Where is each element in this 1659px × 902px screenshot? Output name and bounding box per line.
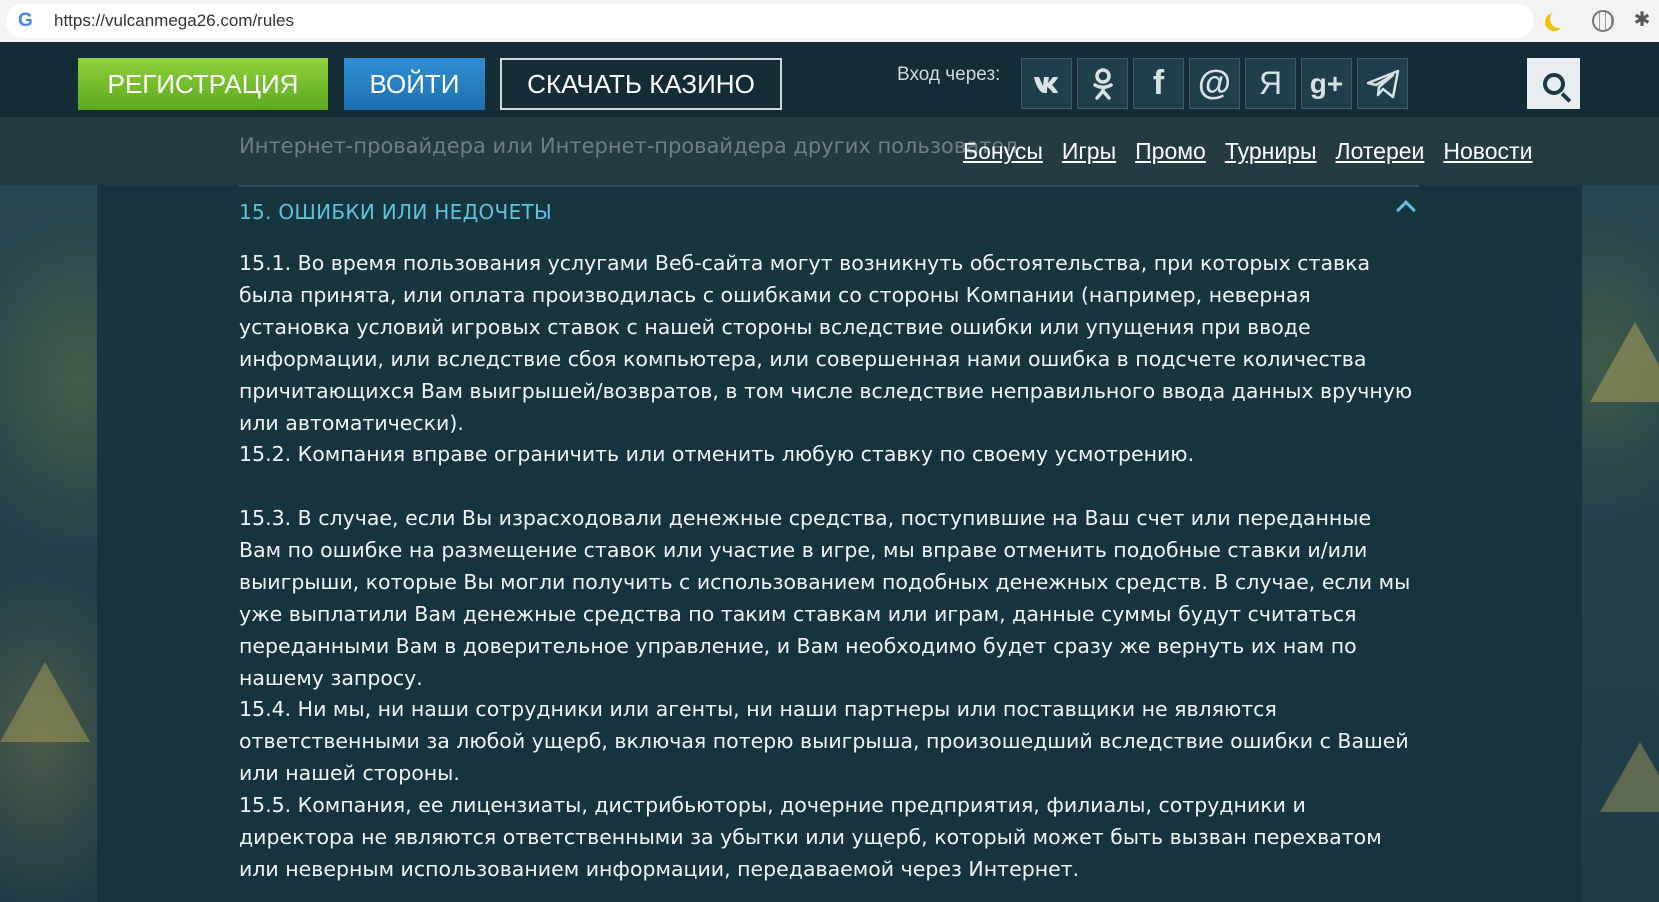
rule-paragraph: 15.2. Компания вправе ограничить или отм…	[239, 442, 1195, 466]
ok-glyph	[1092, 67, 1113, 100]
rule-paragraph: 15.5. Компания, ее лицензиаты, дистрибью…	[239, 793, 1382, 881]
nav-link-promo[interactable]: Промо	[1135, 138, 1206, 165]
facebook-glyph: f	[1152, 64, 1165, 102]
google-plus-glyph: g+	[1309, 67, 1344, 99]
facebook-icon[interactable]: f	[1133, 58, 1184, 109]
browser-toolbar: G https://vulcanmega26.com/rules ✱	[0, 0, 1659, 42]
address-bar[interactable]: G https://vulcanmega26.com/rules	[6, 4, 1534, 38]
mail-ru-icon[interactable]: @	[1189, 58, 1240, 109]
rule-paragraph: 15.3. В случае, если Вы израсходовали де…	[239, 506, 1411, 690]
vk-icon[interactable]	[1021, 58, 1072, 109]
download-casino-button[interactable]: СКАЧАТЬ КАЗИНО	[500, 58, 782, 110]
nav-link-games[interactable]: Игры	[1062, 138, 1116, 165]
google-icon: G	[18, 10, 33, 31]
main-nav-links: Бонусы Игры Промо Турниры Лотереи Новост…	[963, 138, 1532, 165]
google-plus-icon[interactable]: g+	[1301, 58, 1352, 109]
dark-mode-extension-icon[interactable]	[1550, 10, 1568, 28]
yandex-icon[interactable]: Я	[1245, 58, 1296, 109]
yandex-glyph: Я	[1258, 65, 1283, 101]
register-button[interactable]: РЕГИСТРАЦИЯ	[78, 58, 328, 110]
login-button[interactable]: ВОЙТИ	[344, 58, 485, 110]
login-via-label: Вход через:	[897, 64, 1001, 85]
decorative-star-icon	[1590, 322, 1659, 402]
nav-link-news[interactable]: Новости	[1443, 138, 1532, 165]
url-text[interactable]: https://vulcanmega26.com/rules	[54, 11, 294, 31]
nav-link-bonuses[interactable]: Бонусы	[963, 138, 1043, 165]
search-icon	[1542, 72, 1565, 95]
odnoklassniki-icon[interactable]	[1077, 58, 1128, 109]
mail-ru-glyph: @	[1197, 64, 1232, 102]
rule-paragraph: 15.1. Во время пользования услугами Веб-…	[239, 251, 1413, 435]
sub-navigation: Интернет-провайдера или Интернет-провайд…	[0, 117, 1659, 185]
nav-link-lotteries[interactable]: Лотереи	[1336, 138, 1425, 165]
globe-extension-icon[interactable]	[1592, 10, 1614, 32]
section-title[interactable]: 15. ОШИБКИ ИЛИ НЕДОЧЕТЫ	[239, 200, 552, 224]
telegram-glyph	[1366, 69, 1399, 98]
decorative-star-icon	[0, 662, 90, 742]
telegram-icon[interactable]	[1357, 58, 1408, 109]
site-header: РЕГИСТРАЦИЯ ВОЙТИ СКАЧАТЬ КАЗИНО Вход че…	[0, 42, 1659, 117]
decorative-star-icon	[1600, 742, 1659, 812]
extensions-puzzle-icon[interactable]: ✱	[1630, 7, 1654, 31]
vk-glyph	[1033, 76, 1058, 93]
rule-paragraph: 15.4. Ни мы, ни наши сотрудники или аген…	[239, 697, 1409, 785]
section-divider	[239, 185, 1419, 187]
nav-link-tournaments[interactable]: Турниры	[1225, 138, 1317, 165]
search-button[interactable]	[1527, 58, 1580, 109]
